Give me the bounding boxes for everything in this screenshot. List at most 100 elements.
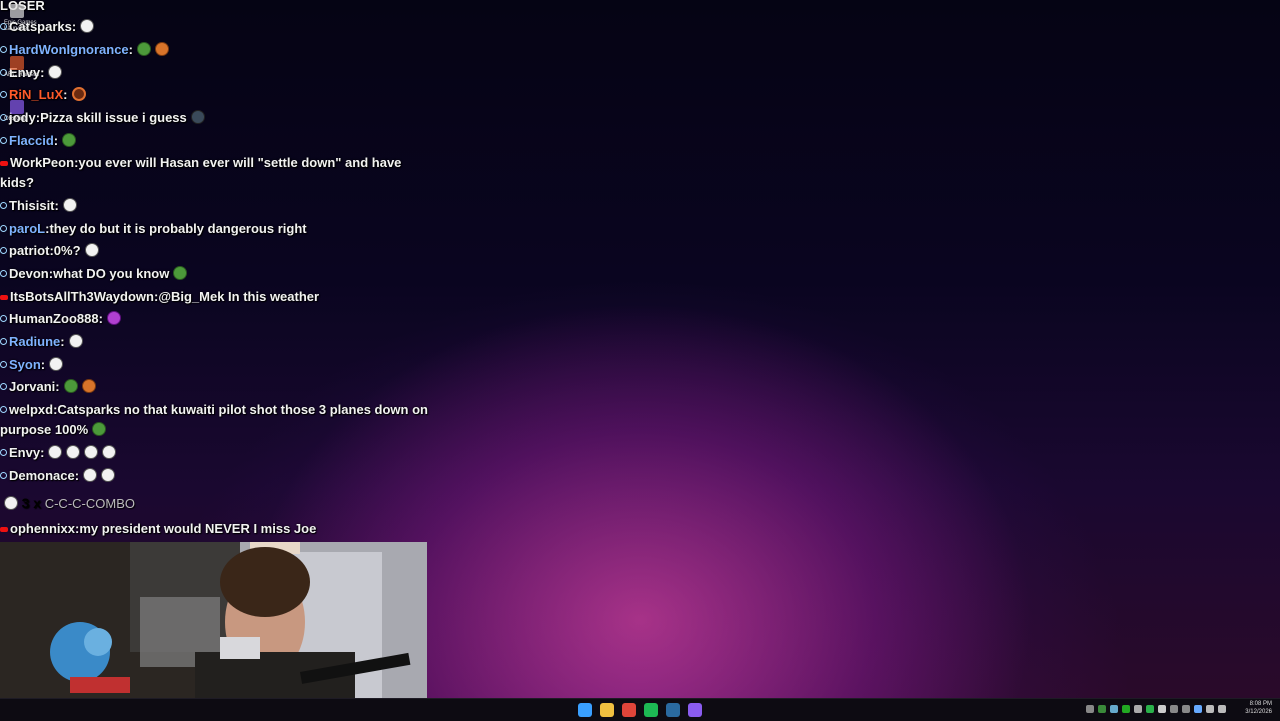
tray-app-icon[interactable]: [1170, 705, 1178, 713]
combo-label: C-C-C-COMBO: [44, 496, 135, 511]
chat-separator: :: [74, 468, 80, 483]
chat-emote-icon: [102, 445, 117, 459]
chat-message: RiN_LuX:: [0, 85, 428, 105]
chat-separator: :: [98, 311, 103, 326]
chat-username[interactable]: Demonace: [9, 468, 75, 483]
chat-message: Syon:: [0, 355, 428, 375]
chrome-icon[interactable]: [622, 703, 636, 717]
tray-overflow-icon[interactable]: [1086, 705, 1094, 713]
chat-message: Catsparks:: [0, 17, 428, 37]
chat-emote-icon: [155, 42, 170, 56]
chat-text: 0%?: [53, 243, 81, 258]
chat-separator: :: [40, 357, 46, 372]
chat-username[interactable]: Jorvani: [9, 379, 55, 394]
chat-username[interactable]: Radiune: [9, 334, 60, 349]
chat-separator: :: [54, 198, 59, 213]
chat-badge-icon: [0, 383, 7, 390]
stream-chat-overlay: LOSER Catsparks:HardWonIgnorance:Envy:Ri…: [0, 0, 430, 542]
chat-partial-line: LOSER: [0, 0, 428, 16]
youtube-badge-icon: [0, 527, 8, 532]
chat-message: Radiune:: [0, 332, 428, 352]
chat-separator: :: [71, 19, 77, 34]
chat-username[interactable]: WorkPeon: [10, 155, 74, 170]
chat-message: Jorvani:: [0, 377, 428, 397]
youtube-badge-icon: [0, 161, 8, 166]
chat-emote-icon: [71, 87, 86, 101]
chat-emote-icon: [84, 243, 99, 257]
tray-app-icon[interactable]: [1182, 705, 1190, 713]
chat-username[interactable]: Devon: [9, 266, 49, 281]
chat-badge-icon: [0, 361, 7, 368]
chat-separator: :: [53, 133, 59, 148]
chat-username[interactable]: paroL: [9, 221, 45, 236]
combo-emote-icon: [4, 496, 18, 510]
chat-emote-icon: [106, 311, 121, 325]
chat-emote-icon: [92, 422, 107, 436]
chat-emote-icon: [84, 445, 99, 459]
spotify-icon[interactable]: [644, 703, 658, 717]
system-clock[interactable]: 8:08 PM 3/12/2026: [1245, 700, 1272, 716]
chat-emote-icon: [49, 357, 64, 371]
chat-message: ophennixx:my president would NEVER I mis…: [0, 519, 428, 539]
chat-username[interactable]: Thisisit: [9, 198, 55, 213]
chat-message: HumanZoo888:: [0, 309, 428, 329]
volume-icon[interactable]: [1206, 705, 1214, 713]
spotify-tray-icon[interactable]: [1146, 705, 1154, 713]
chat-message: paroL:they do but it is probably dangero…: [0, 219, 428, 239]
desktop-icons: Epic Games Launcher ARC Raiders Obsidian: [0, 0, 40, 140]
nvidia-icon[interactable]: [1098, 705, 1106, 713]
chat-username[interactable]: HumanZoo888: [9, 311, 99, 326]
chat-badge-icon: [0, 338, 7, 345]
chat-message: Devon:what DO you know: [0, 264, 428, 284]
desktop-shortcut-label: Epic Games Launcher: [4, 20, 37, 32]
chat-message: Thisisit:: [0, 196, 428, 216]
chat-badge-icon: [0, 247, 7, 254]
battery-icon[interactable]: [1218, 705, 1226, 713]
chat-emote-icon: [81, 379, 96, 393]
chat-message: WorkPeon:you ever will Hasan ever will "…: [0, 153, 428, 193]
chat-username[interactable]: patriot: [9, 243, 49, 258]
chat-text: my president would NEVER I miss Joe: [79, 521, 317, 536]
chat-separator: :: [60, 334, 65, 349]
chat-separator: :: [55, 379, 60, 394]
start-icon[interactable]: [578, 703, 592, 717]
chat-username[interactable]: ItsBotsAllTh3Waydown: [10, 289, 154, 304]
chat-badge-icon: [0, 449, 7, 456]
desktop-shortcut-label: ARC Raiders: [4, 72, 40, 78]
steam-icon[interactable]: [666, 703, 680, 717]
file-explorer-icon[interactable]: [600, 703, 614, 717]
wifi-icon[interactable]: [1194, 705, 1202, 713]
chat-username[interactable]: Envy: [9, 445, 40, 460]
obsidian-icon[interactable]: [688, 703, 702, 717]
clock-time: 8:08 PM: [1249, 701, 1272, 707]
chat-emote-icon: [83, 468, 98, 482]
chat-badge-icon: [0, 225, 7, 232]
chat-username[interactable]: welpxd: [9, 402, 53, 417]
chat-text: they do but it is probably dangerous rig…: [49, 221, 307, 236]
chat-emote-icon: [66, 445, 81, 459]
chat-emote-icon: [101, 468, 116, 482]
tray-app-icon[interactable]: [1134, 705, 1142, 713]
chat-message: Flaccid:: [0, 131, 428, 151]
chat-emote-icon: [63, 379, 78, 393]
desktop-shortcut-icon: [10, 100, 24, 114]
chat-separator: :: [40, 65, 45, 80]
chat-emote-icon: [48, 445, 63, 459]
chat-message: Envy:: [0, 63, 428, 83]
chat-emote-icon: [68, 334, 83, 348]
chat-text: what DO you know: [53, 266, 170, 281]
webcam-scene: [0, 542, 427, 720]
chat-username[interactable]: ophennixx: [10, 521, 75, 536]
chat-separator: :: [40, 445, 45, 460]
network-app-icon[interactable]: [1110, 705, 1118, 713]
chat-badge-icon: [0, 270, 7, 277]
combo-counter: 3 x C-C-C-COMBO: [0, 493, 135, 514]
desktop-shortcut-icon: [10, 56, 24, 70]
chat-text: Pizza skill issue i guess: [40, 110, 187, 125]
chat-badge-icon: [0, 315, 7, 322]
chat-emote-icon: [80, 19, 95, 33]
tray-app-icon[interactable]: [1158, 705, 1166, 713]
chat-separator: :: [128, 42, 134, 57]
discord-icon[interactable]: [1122, 705, 1130, 713]
chat-username[interactable]: Syon: [9, 357, 41, 372]
